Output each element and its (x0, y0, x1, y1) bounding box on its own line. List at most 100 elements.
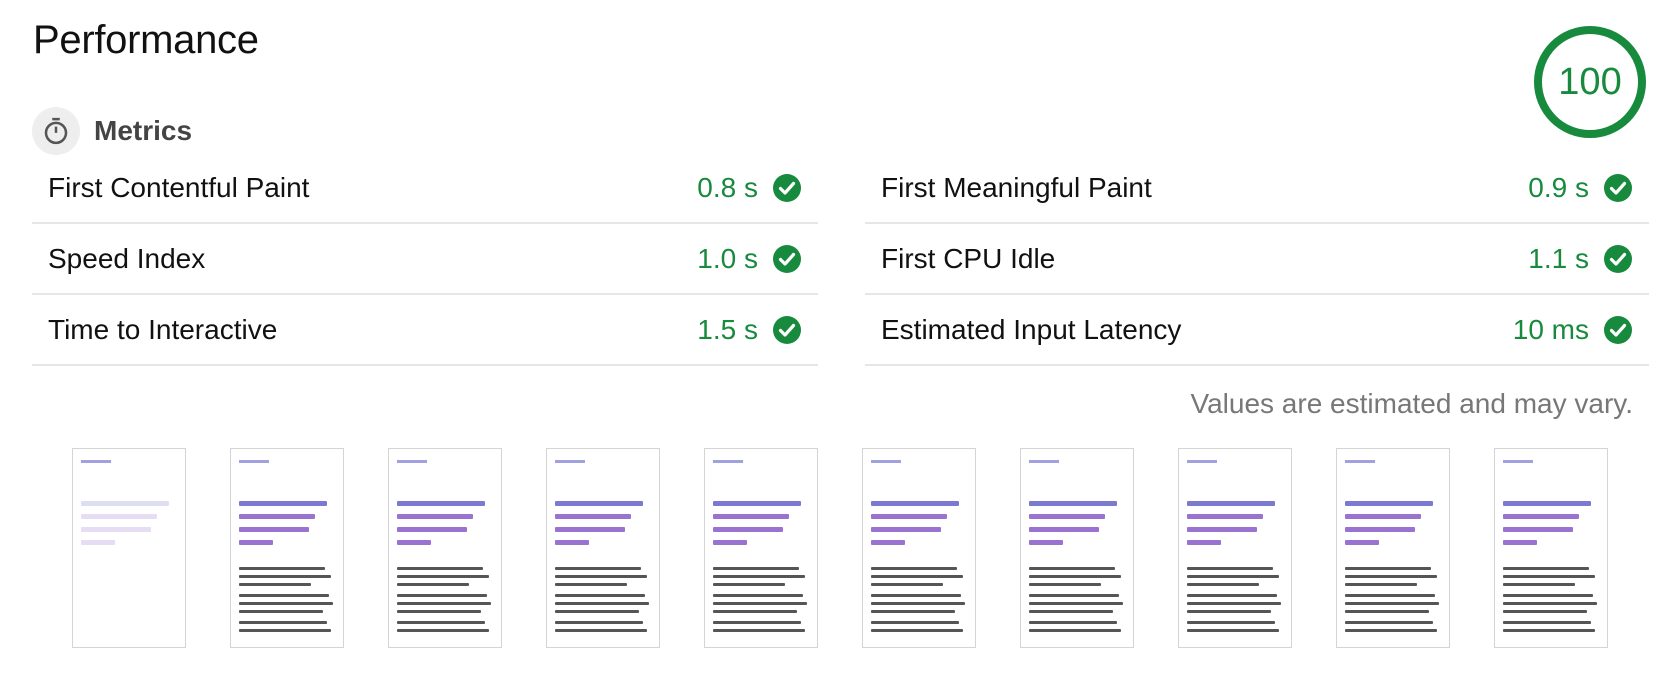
metric-row-time-to-interactive: Time to Interactive 1.5 s (32, 295, 818, 366)
pass-check-icon (773, 244, 801, 273)
frame-heading-line (397, 514, 473, 519)
frame-text-line (397, 594, 487, 597)
metric-value: 1.0 s (697, 242, 758, 274)
frame-text-line (239, 629, 331, 632)
frame-text-line (397, 583, 469, 586)
filmstrip-frame (1178, 448, 1292, 648)
frame-heading-line (239, 514, 315, 519)
metric-row-speed-index: Speed Index 1.0 s (32, 224, 818, 295)
frame-text-line (1503, 629, 1595, 632)
frame-heading-line (1345, 540, 1379, 545)
frame-text-line (555, 583, 627, 586)
frame-text-line (1187, 621, 1275, 624)
frame-heading-line (239, 527, 309, 532)
frame-heading-line (81, 514, 157, 519)
frame-text-line (1187, 602, 1281, 605)
frame-text-line (1029, 629, 1121, 632)
frame-nav-links (1029, 460, 1059, 463)
frame-text-line (1187, 629, 1279, 632)
frame-heading-line (871, 514, 947, 519)
metric-value: 0.9 s (1528, 171, 1589, 203)
frame-text-line (239, 575, 331, 578)
frame-text-line (1503, 594, 1593, 597)
frame-heading-line (397, 501, 485, 506)
stopwatch-icon (32, 107, 80, 155)
frame-heading-line (713, 527, 783, 532)
pass-check-icon (773, 315, 801, 344)
filmstrip-frame (704, 448, 818, 648)
frame-heading-line (239, 540, 273, 545)
frame-text-line (1187, 575, 1279, 578)
frame-heading-line (555, 514, 631, 519)
metric-value: 1.5 s (697, 313, 758, 345)
pass-check-icon (1604, 244, 1632, 273)
frame-text-line (1345, 629, 1437, 632)
section-title: Performance (33, 18, 259, 62)
frame-text-line (1029, 575, 1121, 578)
metric-row-first-cpu-idle: First CPU Idle 1.1 s (865, 224, 1649, 295)
frame-text-line (713, 602, 807, 605)
frame-text-line (1345, 583, 1417, 586)
frame-text-line (1187, 567, 1273, 570)
filmstrip-frame (862, 448, 976, 648)
estimate-note: Values are estimated and may vary. (1190, 388, 1633, 419)
metric-value: 10 ms (1512, 313, 1589, 345)
frame-nav-links (1187, 460, 1217, 463)
filmstrip-frame (1494, 448, 1608, 648)
frame-heading-line (555, 540, 589, 545)
frame-heading-line (81, 527, 151, 532)
metric-value: 0.8 s (697, 171, 758, 203)
frame-heading-line (1029, 501, 1117, 506)
frame-text-line (871, 583, 943, 586)
frame-nav-links (1503, 460, 1533, 463)
frame-nav-links (1345, 460, 1375, 463)
frame-text-line (713, 621, 801, 624)
frame-text-line (1503, 575, 1595, 578)
frame-text-line (555, 567, 641, 570)
frame-heading-line (1503, 514, 1579, 519)
metric-label: First Meaningful Paint (881, 171, 1152, 203)
frame-text-line (397, 602, 491, 605)
frame-text-line (1345, 621, 1433, 624)
frame-text-line (239, 583, 311, 586)
frame-text-line (397, 610, 481, 613)
frame-heading-line (713, 501, 801, 506)
metrics-column-right: First Meaningful Paint 0.9 s First CPU I… (865, 153, 1649, 366)
frame-text-line (1345, 594, 1435, 597)
frame-nav-links (555, 460, 585, 463)
frame-text-line (555, 594, 645, 597)
score-gauge[interactable]: 100 (1532, 24, 1648, 140)
pass-check-icon (773, 173, 801, 202)
frame-text-line (1345, 567, 1431, 570)
filmstrip (0, 448, 1680, 650)
metric-label: Speed Index (48, 242, 206, 274)
metric-row-first-contentful-paint: First Contentful Paint 0.8 s (32, 153, 818, 224)
frame-text-line (1503, 602, 1597, 605)
filmstrip-frame (388, 448, 502, 648)
frame-text-line (1503, 610, 1587, 613)
frame-heading-line (1345, 501, 1433, 506)
metrics-column-left: First Contentful Paint 0.8 s Speed Index… (32, 153, 818, 366)
frame-text-line (397, 575, 489, 578)
frame-text-line (1187, 610, 1271, 613)
pass-check-icon (1604, 315, 1632, 344)
frame-heading-line (871, 540, 905, 545)
frame-text-line (713, 575, 805, 578)
frame-heading-line (1029, 514, 1105, 519)
frame-text-line (239, 621, 327, 624)
frame-heading-line (713, 514, 789, 519)
frame-heading-line (1029, 527, 1099, 532)
frame-text-line (871, 602, 965, 605)
frame-text-line (555, 602, 649, 605)
frame-text-line (1345, 610, 1429, 613)
frame-heading-line (1345, 527, 1415, 532)
frame-heading-line (397, 540, 431, 545)
frame-text-line (555, 610, 639, 613)
filmstrip-frame (1336, 448, 1450, 648)
frame-text-line (1029, 602, 1123, 605)
frame-text-line (239, 594, 329, 597)
frame-text-line (713, 583, 785, 586)
frame-heading-line (1187, 540, 1221, 545)
metric-label: Time to Interactive (48, 313, 278, 345)
frame-text-line (871, 567, 957, 570)
